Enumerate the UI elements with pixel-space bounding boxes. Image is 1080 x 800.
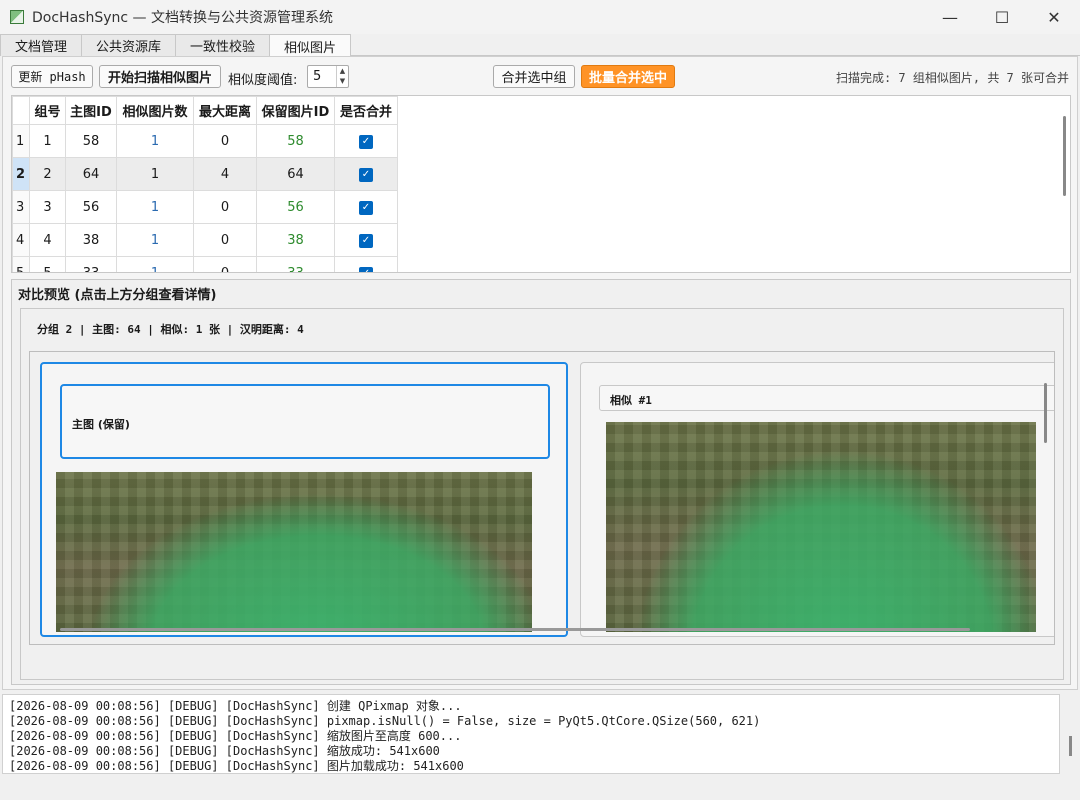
cell-main-id[interactable]: 56 [65, 190, 117, 224]
batch-merge-button[interactable]: 批量合并选中 [581, 65, 675, 88]
scan-status: 扫描完成: 7 组相似图片, 共 7 张可合并 [835, 71, 1069, 85]
tab-bar: 文档管理 公共资源库 一致性校验 相似图片 [0, 34, 1080, 57]
cell-keep-id[interactable]: 33 [256, 256, 335, 272]
cell-main-id[interactable]: 58 [65, 124, 117, 158]
column-header[interactable]: 最大距离 [193, 96, 257, 125]
cell-group[interactable]: 3 [29, 190, 66, 224]
row-header[interactable]: 3 [12, 190, 30, 224]
cell-keep-id[interactable]: 56 [256, 190, 335, 224]
image-scroll-area[interactable]: 主图 (保留) 相似 #1 [29, 351, 1055, 645]
column-header[interactable]: 组号 [29, 96, 66, 125]
cell-similar-count[interactable]: 1 [116, 256, 194, 272]
column-header[interactable]: 是否合并 [334, 96, 398, 125]
cell-main-id[interactable]: 64 [65, 157, 117, 191]
column-header[interactable]: 相似图片数 [116, 96, 194, 125]
similar-image-header: 相似 #1 [599, 385, 1054, 411]
toolbar: 更新 pHash 开始扫描相似图片 相似度阈值: 5 ▲ ▼ 合并选中组 批量合并… [11, 65, 1071, 89]
corner-header [12, 96, 30, 125]
log-scrollbar[interactable] [1069, 736, 1072, 756]
tab-public-resources[interactable]: 公共资源库 [81, 34, 177, 56]
cell-similar-count[interactable]: 1 [116, 124, 194, 158]
cell-similar-count[interactable]: 1 [116, 190, 194, 224]
cell-main-id[interactable]: 33 [65, 256, 117, 272]
similar-image-title: 相似 #1 [610, 394, 652, 407]
cell-max-distance[interactable]: 0 [193, 124, 257, 158]
table-scrollbar[interactable] [1063, 116, 1066, 196]
cell-max-distance[interactable]: 0 [193, 223, 257, 257]
table-header-row: 组号 主图ID 相似图片数 最大距离 保留图片ID 是否合并 [12, 96, 398, 125]
cell-group[interactable]: 2 [29, 157, 66, 191]
similar-card-scrollbar[interactable] [1044, 383, 1047, 443]
log-line: [2026-08-09 00:08:56] [DEBUG] [DocHashSy… [9, 759, 464, 773]
cell-max-distance[interactable]: 0 [193, 190, 257, 224]
threshold-label: 相似度阈值: [228, 73, 298, 88]
groups-table: 组号 主图ID 相似图片数 最大距离 保留图片ID 是否合并 1 1 58 1 … [11, 95, 1071, 273]
cell-keep-id[interactable]: 38 [256, 223, 335, 257]
cell-max-distance[interactable]: 0 [193, 256, 257, 272]
tab-consistency-check[interactable]: 一致性校验 [175, 34, 271, 56]
row-header[interactable]: 2 [12, 157, 30, 191]
checkbox-checked-icon[interactable]: ✓ [359, 267, 373, 272]
app-icon [10, 10, 24, 24]
tab-doc-manage[interactable]: 文档管理 [0, 34, 83, 56]
table-row[interactable]: 4 4 38 1 0 38 ✓ [12, 223, 398, 257]
cell-merge[interactable]: ✓ [334, 157, 398, 191]
title-bar: DocHashSync — 文档转换与公共资源管理系统 — ☐ ✕ [0, 0, 1080, 34]
table-row-selected[interactable]: 2 2 64 1 4 64 ✓ [12, 157, 398, 191]
cell-similar-count[interactable]: 1 [116, 157, 194, 191]
column-header[interactable]: 保留图片ID [256, 96, 335, 125]
cell-group[interactable]: 1 [29, 124, 66, 158]
preview-title: 对比预览 (点击上方分组查看详情) [18, 288, 217, 303]
tab-similar-images[interactable]: 相似图片 [269, 34, 352, 57]
merge-selected-button[interactable]: 合并选中组 [493, 65, 575, 88]
log-line: [2026-08-09 00:08:56] [DEBUG] [DocHashSy… [9, 729, 462, 743]
checkbox-checked-icon[interactable]: ✓ [359, 135, 373, 149]
row-header[interactable]: 4 [12, 223, 30, 257]
cell-max-distance[interactable]: 4 [193, 157, 257, 191]
main-image [56, 472, 532, 632]
window-controls: — ☐ ✕ [924, 0, 1080, 34]
group-info: 分组 2 | 主图: 64 | 相似: 1 张 | 汉明距离: 4 [37, 323, 304, 336]
checkbox-checked-icon[interactable]: ✓ [359, 201, 373, 215]
log-output[interactable]: [2026-08-09 00:08:56] [DEBUG] [DocHashSy… [2, 694, 1060, 774]
cell-merge[interactable]: ✓ [334, 223, 398, 257]
similar-image [606, 422, 1036, 632]
cell-merge[interactable]: ✓ [334, 124, 398, 158]
table-row[interactable]: 5 5 33 1 0 33 ✓ [12, 256, 398, 272]
preview-frame: 分组 2 | 主图: 64 | 相似: 1 张 | 汉明距离: 4 主图 (保留… [20, 308, 1064, 680]
row-header[interactable]: 1 [12, 124, 30, 158]
cell-keep-id[interactable]: 58 [256, 124, 335, 158]
main-image-header: 主图 (保留) [60, 384, 550, 459]
minimize-button[interactable]: — [924, 0, 976, 34]
table-row[interactable]: 3 3 56 1 0 56 ✓ [12, 190, 398, 224]
spin-arrows-icon[interactable]: ▲ ▼ [336, 66, 348, 87]
maximize-button[interactable]: ☐ [976, 0, 1028, 34]
cell-keep-id[interactable]: 64 [256, 157, 335, 191]
cell-similar-count[interactable]: 1 [116, 223, 194, 257]
close-button[interactable]: ✕ [1028, 0, 1080, 34]
row-header[interactable]: 5 [12, 256, 30, 272]
cell-group[interactable]: 4 [29, 223, 66, 257]
cell-main-id[interactable]: 38 [65, 223, 117, 257]
table-row[interactable]: 1 1 58 1 0 58 ✓ [12, 124, 398, 158]
start-scan-button[interactable]: 开始扫描相似图片 [99, 65, 221, 88]
log-line: [2026-08-09 00:08:56] [DEBUG] [DocHashSy… [9, 744, 440, 758]
window-title: DocHashSync — 文档转换与公共资源管理系统 [32, 10, 333, 26]
log-line: [2026-08-09 00:08:56] [DEBUG] [DocHashSy… [9, 714, 761, 728]
main-image-title: 主图 (保留) [72, 418, 130, 431]
cell-group[interactable]: 5 [29, 256, 66, 272]
horizontal-scrollbar[interactable] [60, 628, 970, 631]
threshold-value: 5 [313, 69, 322, 84]
comparison-preview-group: 对比预览 (点击上方分组查看详情) 分组 2 | 主图: 64 | 相似: 1 … [11, 279, 1071, 685]
similar-images-panel: 更新 pHash 开始扫描相似图片 相似度阈值: 5 ▲ ▼ 合并选中组 批量合并… [2, 56, 1078, 690]
checkbox-checked-icon[interactable]: ✓ [359, 234, 373, 248]
cell-merge[interactable]: ✓ [334, 190, 398, 224]
threshold-spinbox[interactable]: 5 ▲ ▼ [307, 65, 349, 88]
log-line: [2026-08-09 00:08:56] [DEBUG] [DocHashSy… [9, 699, 462, 713]
checkbox-checked-icon[interactable]: ✓ [359, 168, 373, 182]
cell-merge[interactable]: ✓ [334, 256, 398, 272]
update-phash-button[interactable]: 更新 pHash [11, 65, 93, 88]
column-header[interactable]: 主图ID [65, 96, 117, 125]
